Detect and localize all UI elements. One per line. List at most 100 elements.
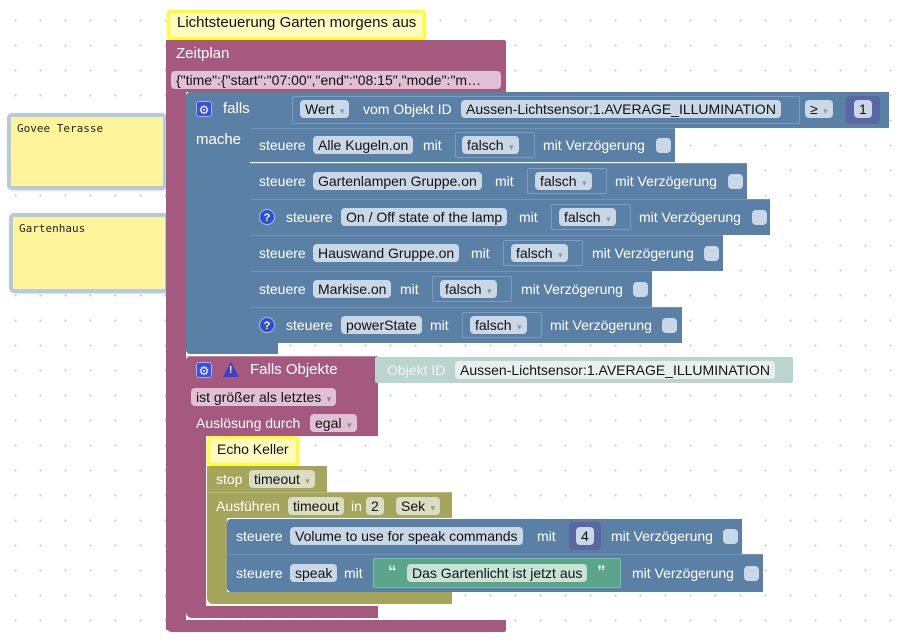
- schedule-block-footer: [166, 620, 506, 632]
- value-dropdown[interactable]: falsch: [462, 136, 519, 154]
- value-dropdown[interactable]: Wert: [300, 100, 350, 118]
- with-label: mit: [400, 281, 419, 297]
- run-timeout-spine: [207, 517, 227, 597]
- object-field[interactable]: On / Off state of the lamp: [341, 208, 508, 226]
- value-dropdown[interactable]: falsch: [559, 208, 616, 226]
- stop-label: stop: [216, 471, 243, 487]
- operator-dropdown[interactable]: ≥: [805, 100, 833, 118]
- trigger-block-footer: [186, 606, 378, 618]
- action-row[interactable]: steuere Markise.on mit falsch mit Verzög…: [250, 271, 652, 307]
- control-label: steuere: [286, 209, 333, 225]
- comment-text[interactable]: Govee Terasse: [17, 122, 103, 135]
- delay-label: mit Verzögerung: [632, 565, 734, 581]
- with-label: mit: [495, 173, 514, 189]
- control-label: steuere: [236, 565, 283, 581]
- with-label: mit: [430, 317, 449, 333]
- control-label: steuere: [259, 137, 306, 153]
- action-row[interactable]: ? steuere On / Off state of the lamp mit…: [250, 199, 770, 235]
- value-dropdown[interactable]: falsch: [535, 172, 592, 190]
- object-field[interactable]: Volume to use for speak commands: [290, 527, 523, 545]
- gear-icon[interactable]: ⚙: [196, 101, 212, 117]
- trigger-title: Falls Objekte: [250, 361, 338, 378]
- echo-comment-text: Echo Keller: [217, 441, 289, 457]
- delay-checkbox[interactable]: [656, 138, 671, 153]
- action-row[interactable]: steuere Gartenlampen Gruppe.on mit falsc…: [250, 163, 747, 199]
- comment-text[interactable]: Gartenhaus: [19, 222, 85, 235]
- timeout-name-field[interactable]: timeout: [288, 497, 344, 515]
- control-label: steuere: [259, 173, 306, 189]
- object-field[interactable]: Alle Kugeln.on: [313, 136, 414, 154]
- schedule-title: Zeitplan: [176, 45, 230, 62]
- open-quote-icon: “: [388, 562, 397, 581]
- delay-checkbox[interactable]: [704, 246, 719, 261]
- comment-bubble-govee[interactable]: Govee Terasse: [7, 113, 167, 190]
- object-field[interactable]: speak: [290, 564, 338, 582]
- help-icon[interactable]: ?: [259, 209, 275, 225]
- if-label: falls: [223, 100, 250, 117]
- delay-checkbox[interactable]: [723, 529, 738, 544]
- with-label: mit: [423, 137, 442, 153]
- object-field[interactable]: Markise.on: [313, 280, 392, 298]
- with-label: mit: [344, 565, 363, 581]
- trigger-condition-dropdown[interactable]: ist größer als letztes: [191, 388, 337, 406]
- control-label: steuere: [236, 528, 283, 544]
- object-id-block[interactable]: Objekt ID Aussen-Lichtsensor:1.AVERAGE_I…: [375, 357, 793, 383]
- timeout-amount-field[interactable]: 2: [366, 497, 384, 515]
- delay-label: mit Verzögerung: [592, 245, 694, 261]
- run-label: Ausführen: [216, 498, 280, 514]
- with-label: mit: [519, 209, 538, 225]
- object-field[interactable]: Hauswand Gruppe.on: [313, 244, 460, 262]
- delay-label: mit Verzögerung: [611, 528, 713, 544]
- delay-label: mit Verzögerung: [543, 137, 645, 153]
- if-block-spine: [186, 126, 250, 346]
- with-label: mit: [471, 245, 490, 261]
- delay-checkbox[interactable]: [728, 174, 743, 189]
- schedule-block-spine: [166, 90, 186, 630]
- delay-checkbox[interactable]: [662, 318, 677, 333]
- schedule-value-field[interactable]: {"time":{"start":"07:00","end":"08:15","…: [171, 71, 501, 89]
- delay-label: mit Verzögerung: [521, 281, 623, 297]
- schedule-comment-label[interactable]: Lichtsteuerung Garten morgens aus: [167, 10, 427, 40]
- object-field[interactable]: Gartenlampen Gruppe.on: [313, 172, 482, 190]
- volume-value-field[interactable]: 4: [576, 527, 594, 545]
- warning-icon[interactable]: !: [223, 362, 239, 377]
- schedule-comment-text: Lichtsteuerung Garten morgens aus: [177, 14, 417, 31]
- echo-action-row[interactable]: steuere Volume to use for speak commands…: [227, 519, 742, 554]
- delay-checkbox[interactable]: [752, 210, 767, 225]
- close-quote-icon: ”: [597, 562, 606, 581]
- timeout-unit-dropdown[interactable]: Sek: [396, 497, 441, 515]
- delay-checkbox[interactable]: [633, 282, 648, 297]
- in-label: in: [351, 498, 362, 514]
- run-timeout-footer: [207, 592, 452, 604]
- trigger-value-dropdown[interactable]: egal: [310, 414, 357, 432]
- trigger-label: Auslösung durch: [196, 415, 301, 431]
- echo-action-row[interactable]: steuere speak mit “ Das Gartenlicht ist …: [227, 554, 763, 592]
- action-row[interactable]: steuere Hauswand Gruppe.on mit falsch mi…: [250, 235, 723, 271]
- control-label: steuere: [259, 245, 306, 261]
- delay-label: mit Verzögerung: [639, 209, 741, 225]
- control-label: steuere: [286, 317, 333, 333]
- value-dropdown[interactable]: falsch: [511, 244, 568, 262]
- do-label: mache: [196, 131, 242, 148]
- value-dropdown[interactable]: falsch: [470, 316, 527, 334]
- echo-comment-label[interactable]: Echo Keller: [207, 436, 299, 466]
- help-icon[interactable]: ?: [259, 317, 275, 333]
- object-field[interactable]: powerState: [341, 316, 422, 334]
- control-label: steuere: [259, 281, 306, 297]
- delay-checkbox[interactable]: [744, 566, 759, 581]
- with-label: mit: [537, 528, 556, 544]
- compare-value-field[interactable]: 1: [854, 100, 872, 118]
- action-row[interactable]: steuere Alle Kugeln.on mit falsch mit Ve…: [250, 128, 675, 162]
- stop-timeout-dropdown[interactable]: timeout: [249, 470, 315, 488]
- comment-bubble-gartenhaus[interactable]: Gartenhaus: [9, 213, 169, 293]
- speak-text-field[interactable]: Das Gartenlicht ist jetzt aus: [407, 564, 588, 582]
- action-row[interactable]: ? steuere powerState mit falsch mit Verz…: [250, 307, 682, 343]
- object-id-label: Objekt ID: [387, 362, 446, 378]
- gear-icon[interactable]: ⚙: [196, 362, 212, 378]
- trigger-block-spine: [186, 434, 206, 612]
- delay-label: mit Verzögerung: [550, 317, 652, 333]
- condition-object-id[interactable]: Aussen-Lichtsensor:1.AVERAGE_ILLUMINATIO…: [461, 100, 781, 118]
- trigger-object-id[interactable]: Aussen-Lichtsensor:1.AVERAGE_ILLUMINATIO…: [455, 361, 775, 379]
- delay-label: mit Verzögerung: [615, 173, 717, 189]
- value-dropdown[interactable]: falsch: [440, 280, 497, 298]
